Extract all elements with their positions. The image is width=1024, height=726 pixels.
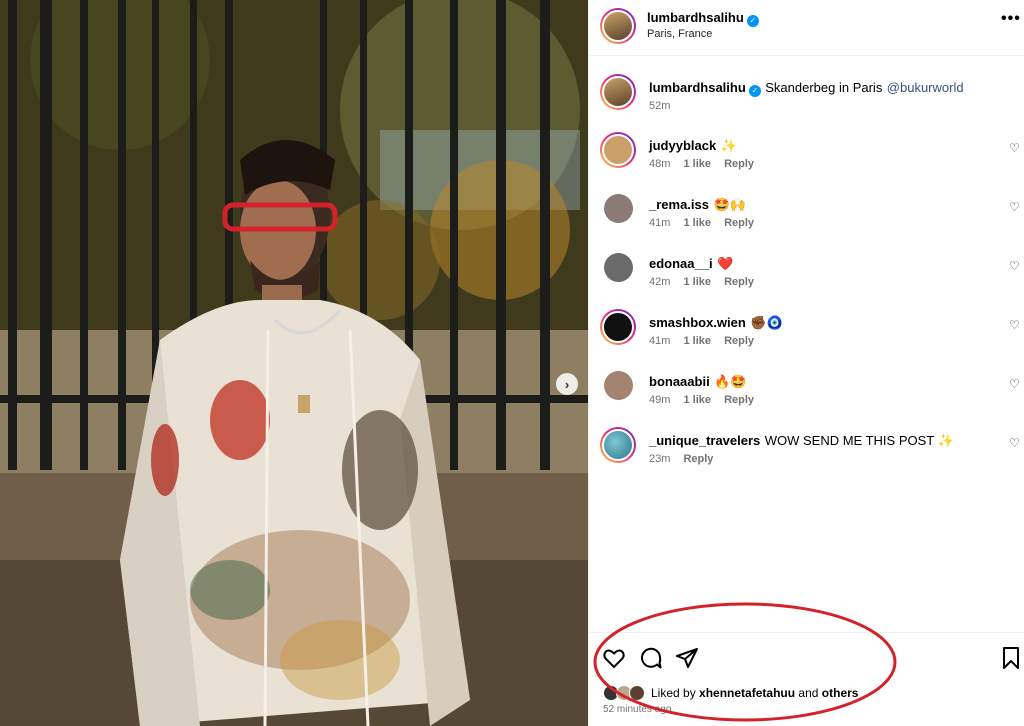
more-options-icon[interactable]: ••• — [1001, 10, 1021, 28]
comment-meta: 49m 1 like Reply — [649, 394, 764, 406]
comment-row: judyyblack ✨ 48m 1 like Reply ♡ — [589, 132, 1024, 188]
verified-badge-icon: ✓ — [746, 15, 759, 27]
comment-like-heart-icon[interactable]: ♡ — [1009, 318, 1020, 332]
comment-likes[interactable]: 1 like — [683, 335, 711, 347]
comment-text: 🤩🙌 — [713, 197, 746, 212]
post-actions-footer: Liked by xhennetafetahuu and others 52 m… — [589, 632, 1024, 726]
heart-icon[interactable] — [602, 646, 626, 675]
photo-illustration — [0, 0, 588, 726]
reply-button[interactable]: Reply — [724, 394, 754, 406]
next-photo-button[interactable]: › — [556, 373, 578, 395]
commenter-avatar[interactable] — [600, 132, 636, 168]
comment-text: WOW SEND ME THIS POST ✨ — [764, 433, 954, 448]
comment-text: ❤️ — [717, 256, 734, 271]
commenter-avatar[interactable] — [600, 309, 636, 345]
comment-likes[interactable]: 1 like — [683, 276, 711, 288]
comment-text: ✊🏾🧿 — [750, 315, 783, 330]
liked-by-prefix: Liked by — [651, 686, 696, 700]
comment-text-line: _unique_travelers WOW SEND ME THIS POST … — [649, 432, 954, 450]
comment-text-line: judyyblack ✨ — [649, 137, 737, 155]
comment-like-heart-icon[interactable]: ♡ — [1009, 200, 1020, 214]
post-side-panel: lumbardhsalihu ✓ Paris, France ••• lumbar… — [588, 0, 1024, 726]
comment-text: ✨ — [720, 138, 737, 153]
caption-author-avatar[interactable] — [600, 74, 636, 110]
liked-by-line: Liked by xhennetafetahuu and others — [651, 686, 858, 700]
reply-button[interactable]: Reply — [724, 158, 754, 170]
comment-username[interactable]: bonaaabii — [649, 374, 710, 389]
comment-icon[interactable] — [639, 646, 663, 675]
author-avatar[interactable] — [600, 8, 636, 44]
author-username[interactable]: lumbardhsalihu — [647, 10, 744, 25]
liked-by-others[interactable]: others — [822, 686, 859, 700]
commenter-avatar[interactable] — [604, 371, 633, 400]
comment-text: 🔥🤩 — [714, 374, 747, 389]
comment-username[interactable]: edonaa__i — [649, 256, 713, 271]
author-username-row[interactable]: lumbardhsalihu ✓ — [647, 10, 759, 27]
comment-time[interactable]: 23m — [649, 453, 670, 465]
liker-avatar[interactable] — [629, 685, 645, 701]
post-photo[interactable]: › — [0, 0, 588, 726]
caption-text-line: lumbardhsalihu ✓ Skanderbeg in Paris @buk… — [649, 79, 964, 97]
liked-by-and: and — [798, 686, 819, 700]
comment-username[interactable]: _unique_travelers — [649, 433, 760, 448]
post-location[interactable]: Paris, France — [647, 28, 712, 40]
comment-meta: 42m 1 like Reply — [649, 276, 764, 288]
comment-text-line: smashbox.wien ✊🏾🧿 — [649, 314, 783, 332]
comment-row: bonaaabii 🔥🤩 49m 1 like Reply ♡ — [589, 368, 1024, 424]
comment-likes[interactable]: 1 like — [683, 394, 711, 406]
liked-by-user[interactable]: xhennetafetahuu — [699, 686, 795, 700]
reply-button[interactable]: Reply — [724, 276, 754, 288]
comment-like-heart-icon[interactable]: ♡ — [1009, 377, 1020, 391]
comment-like-heart-icon[interactable]: ♡ — [1009, 259, 1020, 273]
reply-button[interactable]: Reply — [683, 453, 713, 465]
comment-time[interactable]: 48m — [649, 158, 670, 170]
comment-row: smashbox.wien ✊🏾🧿 41m 1 like Reply ♡ — [589, 309, 1024, 365]
comment-username[interactable]: _rema.iss — [649, 197, 709, 212]
share-icon[interactable] — [675, 646, 699, 675]
comment-like-heart-icon[interactable]: ♡ — [1009, 141, 1020, 155]
verified-badge-icon: ✓ — [748, 85, 761, 97]
caption: lumbardhsalihu ✓ Skanderbeg in Paris @buk… — [589, 74, 1024, 130]
reply-button[interactable]: Reply — [724, 217, 754, 229]
comment-row: edonaa__i ❤️ 42m 1 like Reply ♡ — [589, 250, 1024, 306]
post-timestamp[interactable]: 52 minutes ago — [603, 704, 671, 715]
comment-meta: 23m Reply — [649, 453, 723, 465]
comment-time[interactable]: 41m — [649, 217, 670, 229]
comment-time[interactable]: 42m — [649, 276, 670, 288]
comment-row: _unique_travelers WOW SEND ME THIS POST … — [589, 427, 1024, 483]
bookmark-icon[interactable] — [1000, 646, 1022, 675]
post-header: lumbardhsalihu ✓ Paris, France ••• — [589, 0, 1024, 56]
comment-time[interactable]: 49m — [649, 394, 670, 406]
comment-meta: 41m 1 like Reply — [649, 217, 764, 229]
caption-time[interactable]: 52m — [649, 100, 670, 112]
comment-meta: 41m 1 like Reply — [649, 335, 764, 347]
caption-mention[interactable]: @bukurworld — [887, 80, 964, 95]
commenter-avatar[interactable] — [600, 427, 636, 463]
comments-list[interactable]: lumbardhsalihu ✓ Skanderbeg in Paris @buk… — [589, 56, 1024, 632]
comment-time[interactable]: 41m — [649, 335, 670, 347]
commenter-avatar[interactable] — [604, 194, 633, 223]
comment-likes[interactable]: 1 like — [683, 158, 711, 170]
comment-like-heart-icon[interactable]: ♡ — [1009, 436, 1020, 450]
comment-text-line: _rema.iss 🤩🙌 — [649, 196, 746, 214]
comment-text-line: bonaaabii 🔥🤩 — [649, 373, 747, 391]
comment-likes[interactable]: 1 like — [683, 217, 711, 229]
comment-text-line: edonaa__i ❤️ — [649, 255, 733, 273]
commenter-avatar[interactable] — [604, 253, 633, 282]
comment-row: _rema.iss 🤩🙌 41m 1 like Reply ♡ — [589, 191, 1024, 247]
comment-username[interactable]: smashbox.wien — [649, 315, 746, 330]
comment-meta: 48m 1 like Reply — [649, 158, 764, 170]
reply-button[interactable]: Reply — [724, 335, 754, 347]
caption-username[interactable]: lumbardhsalihu — [649, 80, 746, 95]
caption-text: Skanderbeg in Paris — [765, 80, 883, 95]
comment-username[interactable]: judyyblack — [649, 138, 716, 153]
chevron-right-icon: › — [564, 376, 570, 392]
caption-meta: 52m — [649, 100, 680, 112]
